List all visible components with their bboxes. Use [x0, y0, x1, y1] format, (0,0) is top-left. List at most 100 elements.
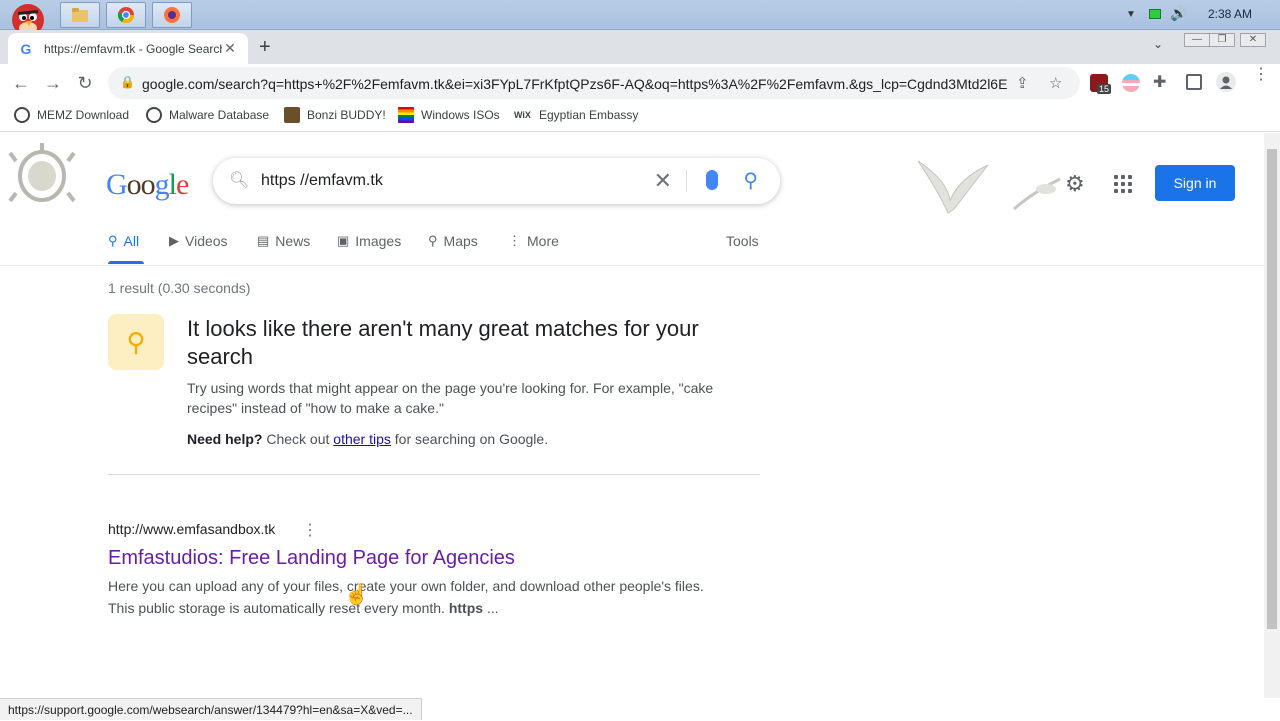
snippet-bold: https: [448, 600, 484, 616]
video-icon: ▶: [169, 233, 179, 248]
google-apps-icon[interactable]: [1114, 175, 1132, 193]
magnifier-icon: ⚲: [108, 314, 164, 370]
folder-icon[interactable]: [60, 2, 100, 28]
tab-label: Maps: [443, 233, 478, 249]
chrome-menu-icon[interactable]: ⋮: [1253, 67, 1269, 83]
bird-doodle-icon: [1012, 173, 1062, 213]
side-panel-icon[interactable]: [1186, 74, 1202, 90]
bookmark-label: MEMZ Download: [37, 108, 130, 122]
search-submit-icon[interactable]: ⚲: [743, 168, 758, 193]
browser-toolbar: ← → ↻ 🔒 google.com/search?q=https+%2F%2F…: [0, 64, 1280, 102]
tab-label: Videos: [185, 233, 228, 249]
bookmark-item[interactable]: Bonzi BUDDY!: [284, 107, 386, 123]
browser-tab[interactable]: G https://emfavm.tk - Google Search ✕: [8, 33, 248, 64]
minimize-button[interactable]: —: [1184, 33, 1210, 47]
search-results-page: Google 🔍︎ ✕ ⚲ ⚙ Sign in ⚲ All ▶ Videos ▤ Ne…: [0, 133, 1264, 698]
result-menu-icon[interactable]: ⋮: [302, 520, 318, 540]
tab-news[interactable]: ▤ News: [257, 233, 310, 249]
close-window-button[interactable]: ✕: [1240, 33, 1266, 47]
tab-images[interactable]: ▣ Images: [337, 233, 401, 249]
search-box[interactable]: 🔍︎ ✕ ⚲: [213, 158, 780, 204]
help-post: for searching on Google.: [394, 431, 549, 447]
news-icon: ▤: [257, 233, 270, 248]
search-icon: 🔍︎: [229, 172, 250, 189]
new-tab-button[interactable]: +: [259, 37, 271, 57]
bookmark-star-icon[interactable]: ☆: [1049, 74, 1062, 92]
bookmark-label: Windows ISOs: [421, 108, 500, 122]
help-line: Need help? Check out other tips for sear…: [187, 431, 548, 447]
result-snippet: Here you can upload any of your files, c…: [108, 575, 708, 619]
no-match-tip: Try using words that might appear on the…: [187, 380, 714, 416]
tab-search-chevron-icon[interactable]: ⌄: [1153, 37, 1163, 51]
clear-icon[interactable]: ✕: [654, 168, 672, 194]
volume-icon[interactable]: 🔊: [1170, 5, 1187, 22]
taskbar: ▼ 🔊 2:38 AM: [0, 0, 1280, 36]
eagle-doodle-icon: [908, 151, 990, 217]
snippet-ellipsis: ...: [486, 600, 499, 616]
tab-label: More: [527, 233, 559, 249]
sign-in-button[interactable]: Sign in: [1155, 165, 1235, 201]
tools-button[interactable]: Tools: [726, 233, 759, 249]
bookmark-label: Bonzi BUDDY!: [307, 108, 386, 122]
section-divider: [108, 474, 760, 475]
rainbow-flag-icon: [398, 107, 414, 123]
help-bold: Need help?: [187, 431, 263, 447]
battery-icon[interactable]: [1149, 9, 1161, 19]
wix-icon: WiX: [514, 110, 531, 120]
tab-more[interactable]: ⋮ More: [508, 233, 559, 249]
tab-label: News: [275, 233, 311, 249]
tab-strip: G https://emfavm.tk - Google Search ✕ + …: [0, 30, 1280, 64]
result-title-link[interactable]: Emfastudios: Free Landing Page for Agenc…: [108, 547, 515, 570]
snippet-text: Here you can upload any of your files, c…: [108, 578, 704, 616]
tab-maps[interactable]: ⚲ Maps: [428, 233, 478, 249]
extensions-puzzle-icon[interactable]: ✚: [1153, 72, 1166, 92]
bookmark-item[interactable]: Windows ISOs: [398, 107, 500, 123]
settings-gear-icon[interactable]: ⚙: [1065, 171, 1085, 197]
bookmark-item[interactable]: MEMZ Download: [14, 107, 129, 123]
hand-cursor-icon: ☝: [344, 584, 369, 606]
search-icon: ⚲: [108, 233, 118, 248]
firefox-icon[interactable]: [152, 2, 192, 28]
tab-label: All: [123, 233, 140, 249]
tools-label: Tools: [726, 233, 759, 249]
tab-all[interactable]: ⚲ All: [108, 233, 139, 249]
chrome-icon[interactable]: [106, 2, 146, 28]
result-url[interactable]: http://www.emfasandbox.tk: [108, 521, 275, 537]
lock-icon[interactable]: 🔒: [120, 75, 135, 89]
map-pin-icon: ⚲: [428, 233, 438, 248]
profile-avatar-icon[interactable]: [1216, 72, 1236, 92]
no-match-heading: It looks like there aren't many great ma…: [187, 316, 699, 369]
bonzi-icon: [284, 107, 300, 123]
bookmark-item[interactable]: Malware Database: [146, 107, 269, 123]
divider: [686, 170, 687, 192]
scrollbar-thumb[interactable]: [1267, 149, 1277, 629]
tray-chevron-icon[interactable]: ▼: [1126, 9, 1136, 20]
tab-label: Images: [355, 233, 402, 249]
reload-icon[interactable]: ↻: [74, 72, 96, 94]
forward-icon[interactable]: →: [42, 72, 64, 94]
flag-extension-icon[interactable]: [1122, 74, 1140, 92]
tab-videos[interactable]: ▶ Videos: [169, 233, 228, 249]
google-favicon-icon: G: [20, 40, 32, 57]
more-dots-icon: ⋮: [508, 233, 521, 248]
google-logo[interactable]: Google: [106, 168, 189, 202]
bookmark-label: Malware Database: [169, 108, 270, 122]
clock[interactable]: 2:38 AM: [1208, 7, 1252, 21]
microphone-icon[interactable]: [706, 170, 718, 190]
restore-button[interactable]: ❐: [1209, 33, 1235, 47]
url-text[interactable]: google.com/search?q=https+%2F%2Femfavm.t…: [142, 76, 1008, 92]
search-input[interactable]: [261, 172, 641, 190]
bookmark-item[interactable]: WiX Egyptian Embassy: [514, 107, 638, 123]
share-icon[interactable]: ⇪: [1016, 74, 1029, 92]
address-bar[interactable]: 🔒 google.com/search?q=https+%2F%2Femfavm…: [108, 67, 1080, 99]
help-pre: Check out: [266, 431, 330, 447]
page-scrollbar[interactable]: [1264, 133, 1280, 698]
bookmark-label: Egyptian Embassy: [539, 108, 639, 122]
other-tips-link[interactable]: other tips: [333, 431, 391, 447]
image-icon: ▣: [337, 233, 350, 248]
active-tab-indicator: [108, 261, 144, 264]
globe-icon: [14, 107, 30, 123]
tab-close-icon[interactable]: ✕: [222, 40, 238, 57]
tabs-divider: [0, 265, 1264, 266]
back-icon[interactable]: ←: [10, 72, 32, 94]
